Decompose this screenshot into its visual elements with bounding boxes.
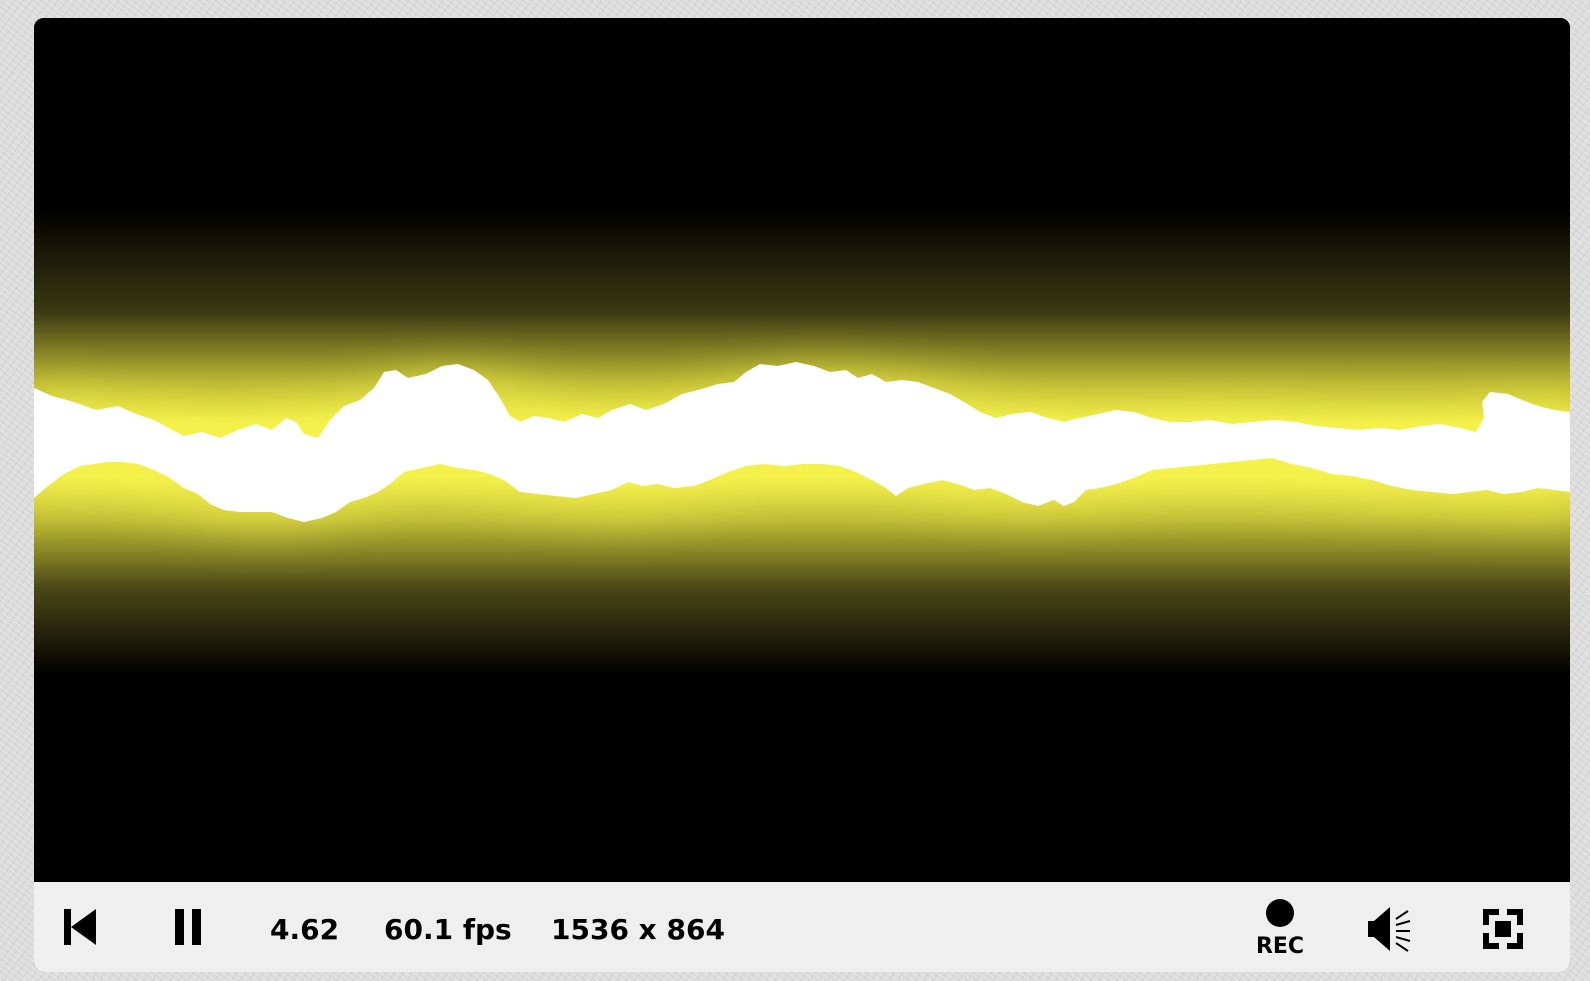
time-readout: 4.62 [270, 913, 340, 946]
rewind-button[interactable] [58, 904, 102, 950]
resolution-readout: 1536 x 864 [551, 913, 725, 946]
record-label: REC [1255, 934, 1305, 959]
pause-icon [175, 909, 201, 945]
record-dot-icon [1266, 899, 1294, 927]
shader-player: 4.62 60.1 fps 1536 x 864 REC [34, 18, 1570, 972]
fullscreen-button[interactable] [1480, 906, 1526, 952]
speaker-icon [1368, 907, 1411, 952]
pause-button[interactable] [166, 904, 210, 950]
skip-to-start-icon [64, 909, 96, 945]
volume-button[interactable] [1364, 902, 1424, 956]
record-button[interactable]: REC [1248, 896, 1312, 962]
render-canvas[interactable] [34, 18, 1570, 882]
fullscreen-icon [1483, 909, 1523, 949]
control-bar: 4.62 60.1 fps 1536 x 864 REC [34, 882, 1570, 972]
lightning-render [34, 18, 1570, 882]
fps-readout: 60.1 fps [384, 913, 512, 946]
